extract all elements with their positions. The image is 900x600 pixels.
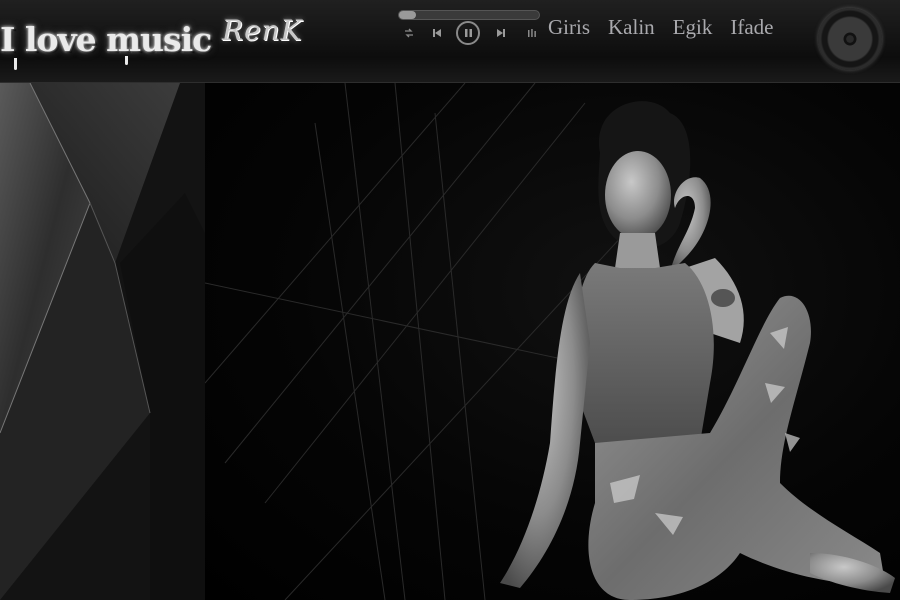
shuffle-button[interactable] <box>398 22 420 44</box>
next-icon <box>497 29 505 37</box>
speaker-icon <box>818 8 882 70</box>
progress-bar[interactable] <box>398 10 540 20</box>
previous-icon <box>433 29 441 37</box>
logo-drip <box>14 58 17 70</box>
pause-icon <box>464 29 472 37</box>
main-nav: Giris Kalin Egik Ifade <box>548 15 791 45</box>
player-controls <box>398 21 543 46</box>
nav-item-kalin[interactable]: Kalin <box>608 15 655 40</box>
site-logo[interactable]: I love music <box>0 20 212 70</box>
decorative-metal-panel <box>0 83 205 600</box>
next-button[interactable] <box>490 22 512 44</box>
chevron-decoration <box>0 83 205 600</box>
shuffle-icon <box>405 28 413 38</box>
hero-photo <box>500 101 895 600</box>
pause-button[interactable] <box>456 21 480 45</box>
equalizer-icon <box>528 29 536 37</box>
logo-text: I love music <box>0 20 212 59</box>
header-bar: I love music RenK Giris Kalin Egik Ifade <box>0 0 900 83</box>
nav-item-giris[interactable]: Giris <box>548 15 590 40</box>
music-player <box>398 8 540 48</box>
logo-drip <box>125 56 128 65</box>
previous-button[interactable] <box>426 22 448 44</box>
equalizer-button[interactable] <box>521 22 543 44</box>
brand-title: RenK <box>222 14 303 47</box>
nav-item-egik[interactable]: Egik <box>673 15 713 40</box>
progress-fill <box>399 11 416 19</box>
nav-item-ifade[interactable]: Ifade <box>730 15 773 40</box>
hero-stage <box>205 83 900 600</box>
